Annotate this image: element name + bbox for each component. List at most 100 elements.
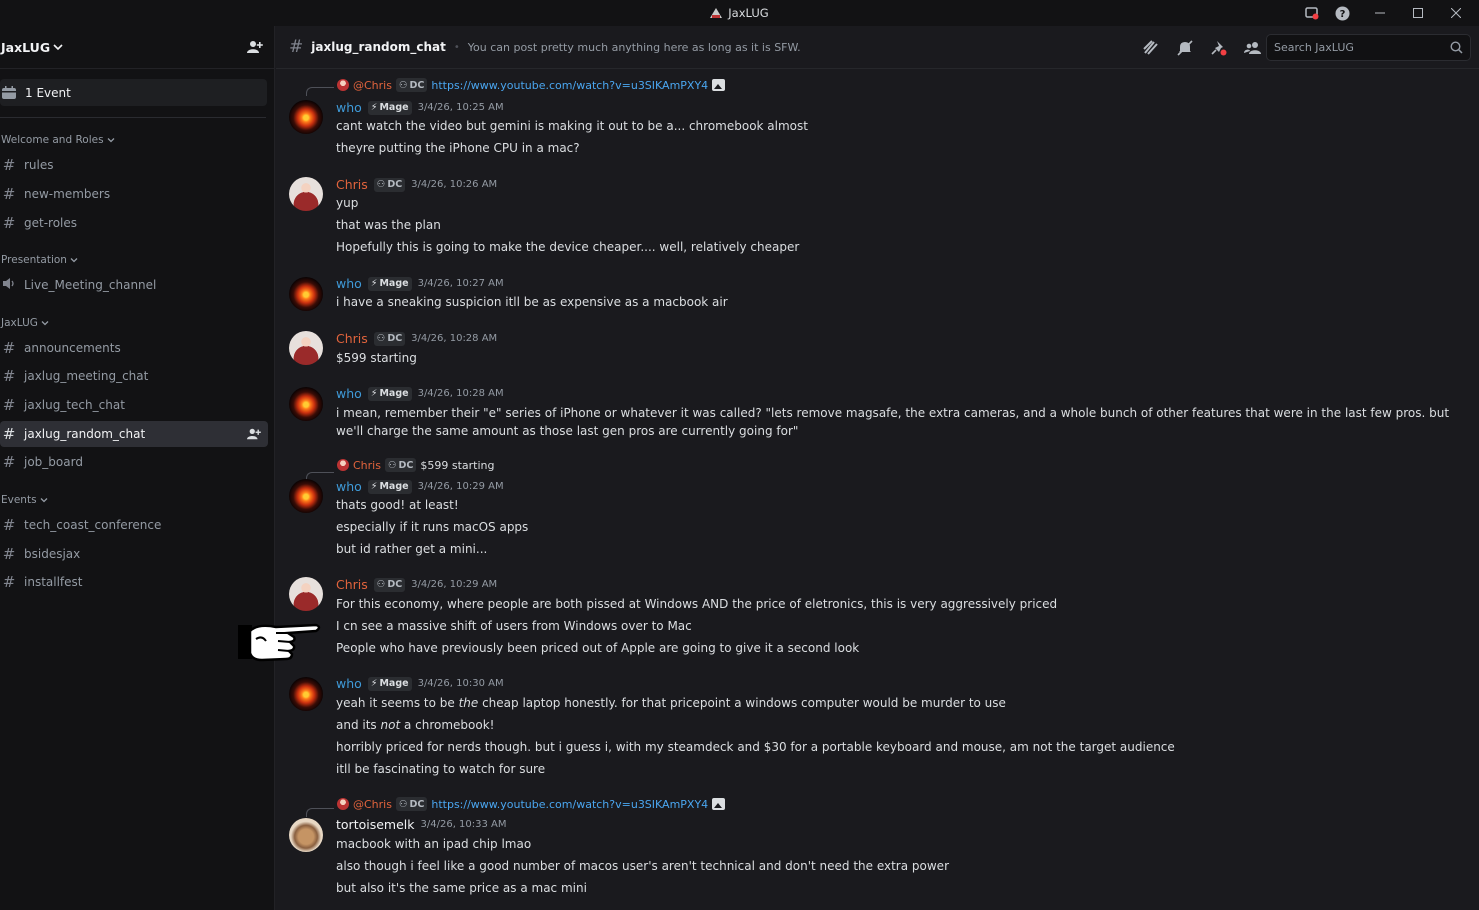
chevron-down-icon: [70, 258, 78, 263]
events-button[interactable]: 1 Event: [0, 79, 267, 106]
channel-jaxlug-meeting-chat[interactable]: # jaxlug_meeting_chat: [0, 363, 268, 389]
chevron-down-icon: [41, 321, 49, 326]
channel-label: announcements: [24, 341, 121, 355]
reply-author[interactable]: @Chris: [353, 79, 392, 92]
category-jaxlug[interactable]: JaxLUG: [1, 317, 49, 329]
username[interactable]: who: [336, 676, 362, 691]
category-label: Events: [1, 494, 37, 506]
message-text: itll be fascinating to watch for sure: [336, 762, 546, 776]
events-label: 1 Event: [25, 85, 71, 100]
category-welcome-and-roles[interactable]: Welcome and Roles: [1, 134, 115, 146]
category-presentation[interactable]: Presentation: [1, 254, 78, 266]
help-icon[interactable]: ?: [1327, 0, 1357, 26]
username[interactable]: Chris: [336, 331, 368, 346]
reply-preview[interactable]: Chris ⚇ DC $599 starting: [337, 458, 494, 472]
server-tag-label: DC: [398, 459, 414, 471]
username[interactable]: who: [336, 386, 362, 401]
text-run: a chromebook!: [400, 718, 495, 732]
role-tag: ⚡ Mage: [367, 276, 412, 291]
channel-bsidesjax[interactable]: # bsidesjax: [0, 541, 268, 567]
server-header[interactable]: JaxLUG: [0, 26, 274, 69]
pinned-messages-icon[interactable]: [1208, 37, 1229, 58]
hash-icon: #: [2, 185, 16, 203]
avatar[interactable]: [289, 577, 323, 611]
search-input[interactable]: Search JaxLUG: [1266, 34, 1471, 61]
maximize-icon[interactable]: [1403, 0, 1433, 26]
channel-topic[interactable]: You can post pretty much anything here a…: [468, 41, 801, 54]
reply-author[interactable]: @Chris: [353, 798, 392, 811]
message-header: Chris ⚇ DC 3/4/26, 10:28 AM: [336, 331, 497, 346]
server-tag-label: DC: [409, 798, 425, 810]
message-text: that was the plan: [336, 218, 441, 232]
category-label: Welcome and Roles: [1, 134, 104, 146]
close-icon[interactable]: [1433, 0, 1479, 26]
channel-jaxlug-random-chat[interactable]: # jaxlug_random_chat: [0, 421, 268, 447]
timestamp: 3/4/26, 10:33 AM: [420, 819, 507, 830]
username[interactable]: Chris: [336, 177, 368, 192]
channel-live-meeting[interactable]: Live_Meeting_channel: [0, 272, 268, 298]
member-list-icon[interactable]: [1242, 37, 1263, 58]
reply-text[interactable]: $599 starting: [420, 459, 494, 472]
role-tag: ⚡ Mage: [367, 386, 412, 401]
channel-sidebar: JaxLUG 1 Event Welcome and Roles # rules …: [0, 26, 275, 910]
channel-jaxlug-tech-chat[interactable]: # jaxlug_tech_chat: [0, 392, 268, 418]
hash-icon: #: [2, 367, 16, 385]
reply-preview[interactable]: @Chris ⚇ DC https://www.youtube.com/watc…: [337, 797, 726, 811]
channel-label: installfest: [24, 575, 83, 589]
message-header: who ⚡ Mage 3/4/26, 10:29 AM: [336, 479, 504, 494]
username[interactable]: who: [336, 100, 362, 115]
message-text: theyre putting the iPhone CPU in a mac?: [336, 141, 580, 155]
username[interactable]: who: [336, 276, 362, 291]
minimize-icon[interactable]: [1357, 0, 1403, 26]
avatar[interactable]: [289, 818, 323, 852]
avatar[interactable]: [289, 677, 323, 711]
window-title-text: JaxLUG: [728, 6, 769, 20]
avatar[interactable]: [289, 177, 323, 211]
timestamp: 3/4/26, 10:26 AM: [411, 179, 498, 190]
timestamp: 3/4/26, 10:28 AM: [411, 333, 498, 344]
avatar[interactable]: [289, 331, 323, 365]
channel-title: jaxlug_random_chat: [311, 40, 446, 54]
threads-icon[interactable]: [1140, 37, 1161, 58]
inbox-icon[interactable]: [1297, 0, 1327, 26]
channel-tech-coast-conference[interactable]: # tech_coast_conference: [0, 512, 268, 538]
invite-people-icon[interactable]: [246, 38, 264, 56]
message-header: who ⚡ Mage 3/4/26, 10:28 AM: [336, 386, 504, 401]
server-name[interactable]: JaxLUG: [1, 40, 63, 55]
channel-new-members[interactable]: # new-members: [0, 181, 268, 207]
channel-job-board[interactable]: # job_board: [0, 449, 268, 475]
reply-preview[interactable]: @Chris ⚇ DC https://www.youtube.com/watc…: [337, 78, 726, 92]
username[interactable]: who: [336, 479, 362, 494]
message-text: For this economy, where people are both …: [336, 597, 1058, 611]
server-tag: ⚇ DC: [373, 177, 406, 192]
role-tag: ⚡ Mage: [367, 676, 412, 691]
username[interactable]: tortoisemelk: [336, 817, 415, 832]
avatar[interactable]: [289, 277, 323, 311]
category-label: JaxLUG: [1, 317, 38, 329]
reply-text[interactable]: https://www.youtube.com/watch?v=u3SIKAmP…: [431, 798, 708, 811]
avatar[interactable]: [289, 387, 323, 421]
channel-get-roles[interactable]: # get-roles: [0, 210, 268, 236]
category-label: Presentation: [1, 254, 67, 266]
reply-text[interactable]: https://www.youtube.com/watch?v=u3SIKAmP…: [431, 79, 708, 92]
category-events[interactable]: Events: [1, 494, 48, 506]
create-invite-icon[interactable]: [247, 427, 261, 444]
message-header: Chris ⚇ DC 3/4/26, 10:29 AM: [336, 577, 497, 592]
channel-installfest[interactable]: # installfest: [0, 569, 268, 595]
channel-announcements[interactable]: # announcements: [0, 335, 268, 361]
speaker-icon: [1, 276, 17, 294]
channel-label: job_board: [24, 455, 83, 469]
message-text: horribly priced for nerds though. but i …: [336, 740, 1175, 754]
notifications-muted-icon[interactable]: [1174, 37, 1195, 58]
chevron-down-icon: [40, 498, 48, 503]
username[interactable]: Chris: [336, 577, 368, 592]
chevron-down-icon: [107, 138, 115, 143]
avatar[interactable]: [289, 479, 323, 513]
message-text: cant watch the video but gemini is makin…: [336, 119, 808, 133]
avatar: [337, 798, 349, 810]
message-header: who ⚡ Mage 3/4/26, 10:27 AM: [336, 276, 504, 291]
avatar[interactable]: [289, 100, 323, 134]
channel-rules[interactable]: # rules: [0, 152, 268, 178]
window-title: JaxLUG: [710, 6, 769, 20]
reply-author[interactable]: Chris: [353, 459, 381, 472]
